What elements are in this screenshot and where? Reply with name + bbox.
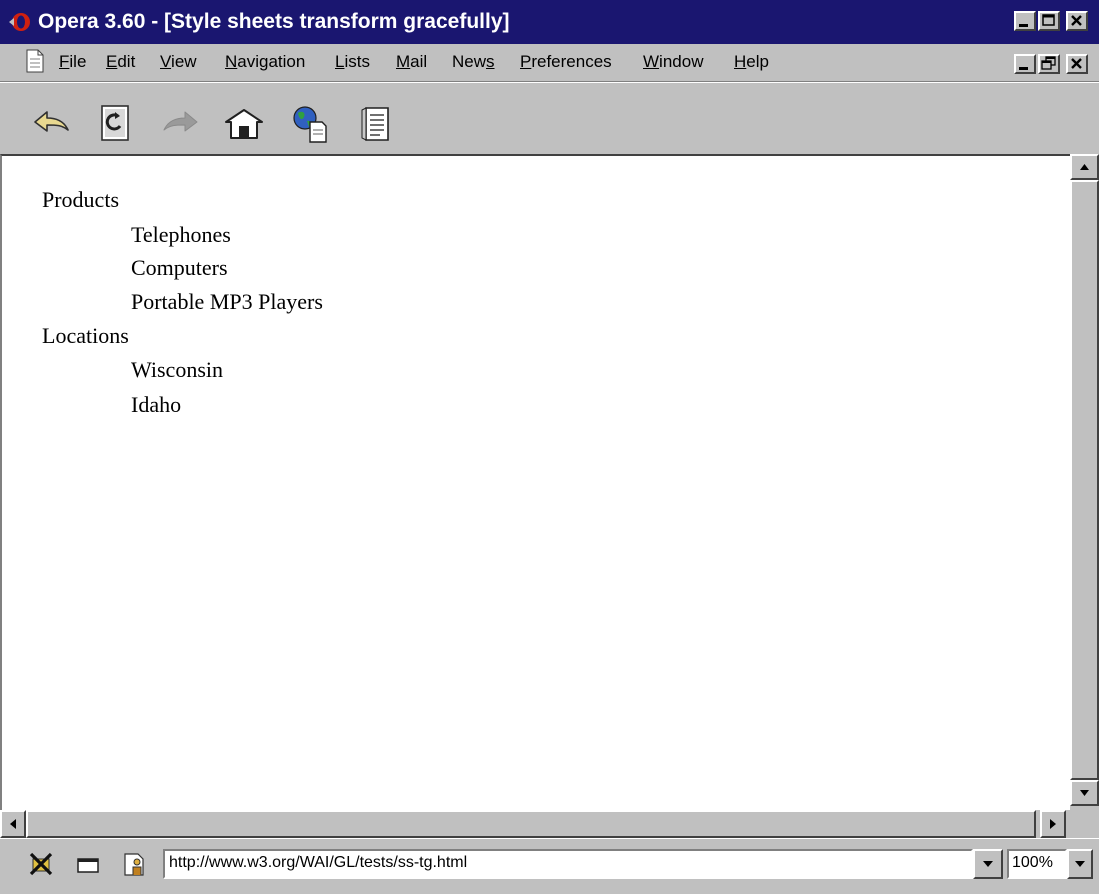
menu-bar: File Edit View Navigation Lists Mail New…: [0, 44, 1099, 82]
list-item-telephones: Telephones: [131, 222, 231, 247]
zoom-dropdown-button[interactable]: [1067, 849, 1093, 879]
hotlist-globe-icon[interactable]: [290, 104, 330, 144]
forward-arrow-icon[interactable]: [160, 104, 200, 144]
scroll-up-button[interactable]: [1070, 154, 1099, 180]
minimize-button[interactable]: [1014, 11, 1036, 31]
menu-navigation[interactable]: Navigation: [225, 51, 305, 73]
vertical-scroll-thumb[interactable]: [1070, 180, 1099, 780]
list-item-locations: Locations: [42, 323, 129, 348]
doc-minimize-button[interactable]: [1014, 54, 1036, 74]
menu-file[interactable]: File: [59, 51, 86, 73]
title-bar[interactable]: Opera 3.60 - [Style sheets transform gra…: [0, 0, 1099, 44]
page-content: Products Telephones Computers Portable M…: [0, 154, 1070, 810]
vertical-scrollbar[interactable]: [1070, 154, 1099, 810]
home-icon[interactable]: [224, 104, 264, 144]
menu-edit[interactable]: Edit: [106, 51, 135, 73]
print-list-icon[interactable]: [358, 104, 398, 144]
scrollbar-corner: [1070, 810, 1099, 838]
menu-help[interactable]: Help: [734, 51, 769, 73]
doc-close-button[interactable]: [1066, 54, 1088, 74]
scroll-left-button[interactable]: [0, 810, 26, 838]
window-icon[interactable]: [75, 851, 101, 877]
window-title: Opera 3.60 - [Style sheets transform gra…: [38, 10, 510, 33]
close-button[interactable]: [1066, 11, 1088, 31]
menu-view[interactable]: View: [160, 51, 197, 73]
reload-page-icon[interactable]: [96, 104, 136, 144]
horizontal-scroll-thumb[interactable]: [26, 810, 1036, 838]
zoom-input[interactable]: 100%: [1007, 849, 1067, 879]
horizontal-scrollbar[interactable]: [0, 810, 1070, 838]
menu-window[interactable]: Window: [643, 51, 703, 73]
url-dropdown-button[interactable]: [973, 849, 1003, 879]
url-input[interactable]: http://www.w3.org/WAI/GL/tests/ss-tg.htm…: [163, 849, 973, 879]
toolbar: [0, 82, 1099, 155]
list-item-idaho: Idaho: [131, 392, 182, 417]
list-item-computers: Computers: [131, 255, 228, 280]
doc-restore-button[interactable]: [1038, 54, 1060, 74]
menu-preferences[interactable]: Preferences: [520, 51, 612, 73]
scroll-down-button[interactable]: [1070, 780, 1099, 806]
status-bar: http://www.w3.org/WAI/GL/tests/ss-tg.htm…: [0, 838, 1099, 894]
images-off-icon[interactable]: [28, 851, 54, 877]
menu-news[interactable]: News: [452, 51, 495, 73]
list-item-mp3-players: Portable MP3 Players: [131, 289, 323, 314]
maximize-button[interactable]: [1038, 11, 1060, 31]
list-item-products: Products: [42, 187, 119, 212]
scroll-right-button[interactable]: [1040, 810, 1066, 838]
list-item-wisconsin: Wisconsin: [131, 357, 223, 382]
document-icon[interactable]: [26, 49, 44, 73]
menu-lists[interactable]: Lists: [335, 51, 370, 73]
user-mode-icon[interactable]: [122, 851, 148, 877]
menu-mail[interactable]: Mail: [396, 51, 427, 73]
back-arrow-icon[interactable]: [32, 104, 72, 144]
opera-logo-icon[interactable]: [8, 10, 32, 34]
